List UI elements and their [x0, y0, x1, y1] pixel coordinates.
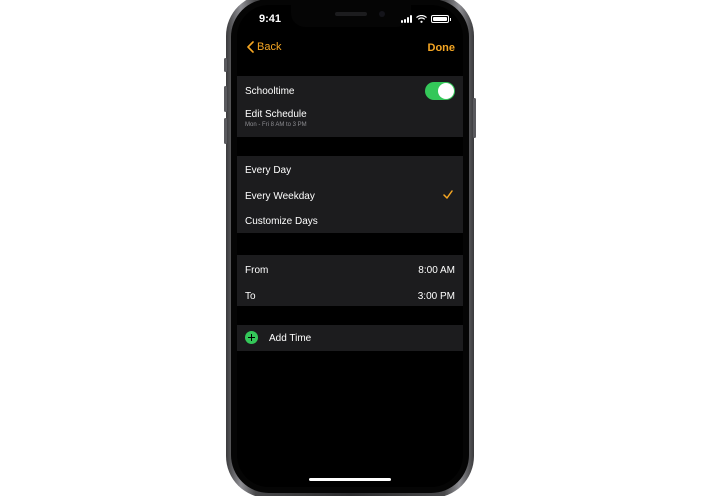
battery-level	[433, 17, 447, 21]
nav-bar: Back Done	[237, 39, 463, 59]
toggle-knob	[438, 83, 454, 99]
done-button[interactable]: Done	[428, 42, 456, 54]
add-time-label: Add Time	[269, 333, 312, 344]
from-label: From	[245, 265, 269, 276]
volume-down-button	[224, 118, 227, 144]
days-option-every-day[interactable]: Every Day	[245, 165, 455, 176]
add-time-group: Add Time	[237, 325, 463, 351]
plus-circle-icon	[245, 331, 258, 344]
days-option-customize-days[interactable]: Customize Days	[245, 216, 455, 227]
days-option-label: Customize Days	[245, 216, 318, 227]
status-time: 9:41	[259, 13, 282, 25]
edit-schedule-label: Edit Schedule	[245, 109, 307, 120]
schedule-group: Schooltime Edit Schedule Mon - Fri 8 AM …	[237, 76, 463, 137]
power-button	[473, 98, 476, 138]
to-row[interactable]: To 3:00 PM	[245, 291, 455, 302]
home-indicator[interactable]	[309, 478, 391, 481]
chevron-left-icon	[247, 41, 254, 53]
mute-switch	[224, 58, 227, 72]
back-button[interactable]: Back	[247, 41, 281, 53]
schooltime-row: Schooltime	[245, 82, 455, 100]
to-label: To	[245, 291, 256, 302]
to-value: 3:00 PM	[417, 291, 455, 302]
schooltime-label: Schooltime	[245, 86, 295, 97]
phone-screen: 9:41 Back Done Schooltime Edit Schedule …	[237, 5, 463, 487]
back-label: Back	[257, 41, 282, 53]
status-bar: 9:41	[237, 13, 463, 29]
status-icons	[401, 15, 451, 23]
from-value: 8:00 AM	[418, 265, 455, 276]
from-row[interactable]: From 8:00 AM	[245, 265, 455, 276]
edit-schedule-summary: Mon - Fri 8 AM to 3 PM	[245, 122, 307, 128]
edit-schedule-row[interactable]: Edit Schedule Mon - Fri 8 AM to 3 PM	[245, 109, 455, 128]
checkmark-icon	[443, 190, 453, 199]
phone-frame: 9:41 Back Done Schooltime Edit Schedule …	[224, 0, 476, 496]
days-option-every-weekday[interactable]: Every Weekday	[245, 190, 455, 202]
days-option-label: Every Day	[245, 165, 292, 176]
phone-bezel: 9:41 Back Done Schooltime Edit Schedule …	[231, 0, 469, 493]
days-option-label: Every Weekday	[245, 191, 315, 202]
volume-up-button	[224, 86, 227, 112]
days-group: Every Day Every Weekday Customize Days	[237, 156, 463, 233]
wifi-icon	[416, 15, 427, 23]
schooltime-toggle[interactable]	[425, 82, 455, 100]
signal-icon	[401, 15, 412, 23]
time-range-group: From 8:00 AM To 3:00 PM	[237, 255, 463, 306]
battery-icon	[431, 15, 451, 23]
